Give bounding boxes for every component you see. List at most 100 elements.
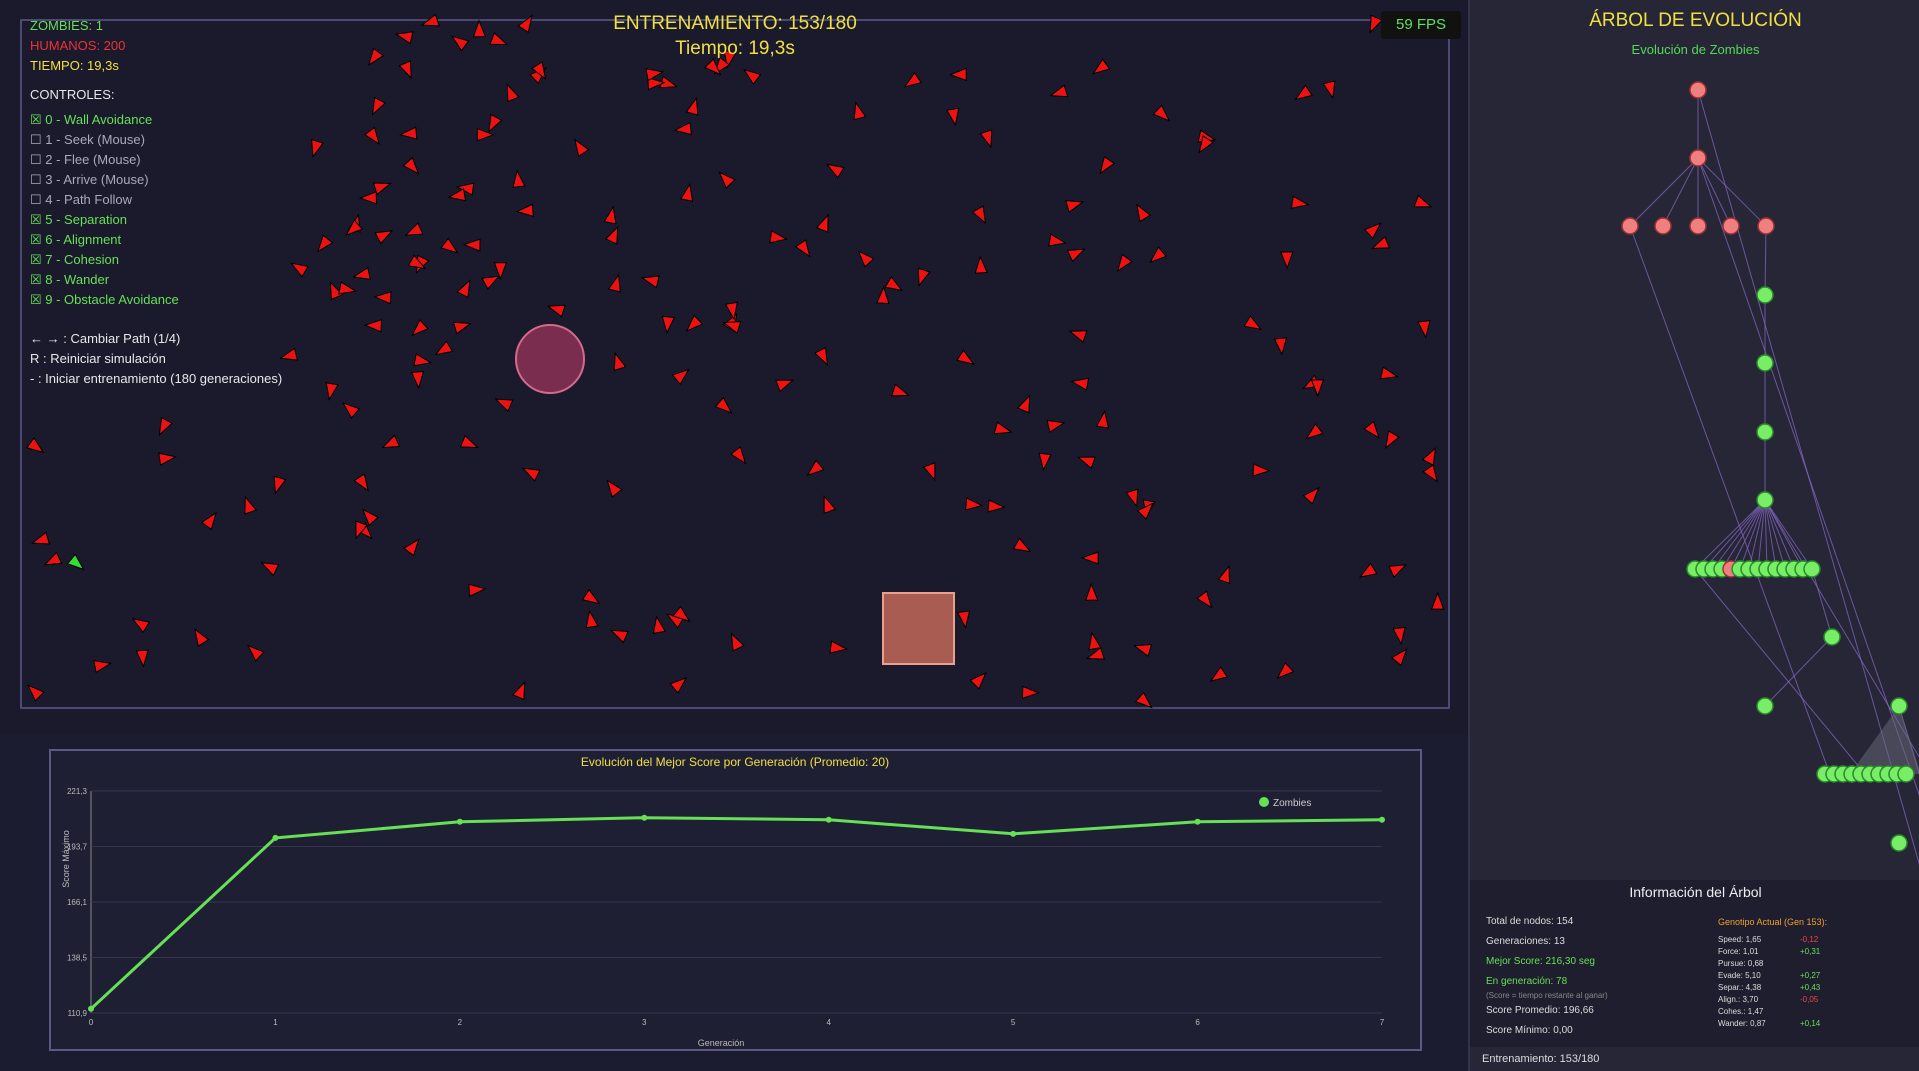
human-agent [1196,590,1213,609]
tree-node[interactable] [1890,834,1908,852]
gene-label: Wander: 0,87 [1718,1019,1766,1028]
human-agent [194,628,210,647]
data-point [1379,816,1385,823]
control-item-9[interactable]: ☒ 9 - Obstacle Avoidance [30,290,282,310]
human-agent [403,538,420,557]
y-tick-label: 138,5 [67,954,88,963]
tree-node[interactable] [1897,765,1915,783]
human-agent [1422,464,1439,483]
hint-reset: R : Reiniciar simulación [30,351,166,366]
human-agent [1379,366,1399,380]
human-agent [829,640,849,654]
human-agent [956,349,975,365]
generations-count: Generaciones: 13 [1486,936,1565,947]
x-tick-label: 7 [1380,1018,1385,1027]
human-agent [1116,253,1133,273]
human-agent [1049,84,1069,98]
tree-node[interactable] [1756,491,1774,509]
tree-node[interactable] [1689,81,1707,99]
average-score: Score Promedio: 196,66 [1486,1005,1594,1016]
minimum-score: Score Mínimo: 0,00 [1486,1025,1573,1036]
x-tick-label: 1 [273,1018,278,1027]
gene-delta: -0,05 [1800,995,1819,1004]
x-tick-label: 4 [826,1018,831,1027]
human-agent [476,127,495,142]
simulation-canvas[interactable]: ZOMBIES: 1 HUMANOS: 200 TIEMPO: 19,3s CO… [0,0,1468,735]
score-chart-panel: 7 6 5 4 3 2 1 0 110,9 138,5 166,1 193,7 221,3 Evoluc… [49,749,1422,1051]
tree-node[interactable] [1689,149,1707,167]
human-agent [338,281,358,295]
evolution-tree [1621,81,1919,865]
control-item-3[interactable]: ☐ 3 - Arrive (Mouse) [30,170,282,190]
human-agent [1095,409,1110,429]
human-agent [652,615,666,635]
tree-node[interactable] [1756,354,1774,372]
control-item-4[interactable]: ☐ 4 - Path Follow [30,190,282,210]
human-agent [585,609,599,629]
human-agent [948,67,967,82]
human-agent [1134,691,1153,709]
human-agent [135,649,149,668]
control-item-1[interactable]: ☐ 1 - Seek (Mouse) [30,130,282,150]
human-agent [917,267,931,287]
tree-node[interactable] [1756,286,1774,304]
human-agent [368,47,385,67]
human-agent [987,499,1006,513]
controls-list: ☒ 0 - Wall Avoidance ☐ 1 - Seek (Mouse) ☐ … [30,110,282,310]
tree-edge [1662,157,1699,227]
tree-node[interactable] [1823,628,1841,646]
human-agent [1322,80,1336,100]
control-item-7[interactable]: ☒ 7 - Cohesion [30,250,282,270]
control-item-2[interactable]: ☐ 2 - Flee (Mouse) [30,150,282,170]
tree-edge [1697,157,1767,227]
y-tick-label: 221,3 [67,787,88,796]
human-agent [404,222,424,236]
tree-edge [1764,499,1813,570]
control-item-0[interactable]: ☒ 0 - Wall Avoidance [30,110,282,130]
human-agent [669,676,688,694]
human-agent [853,101,867,121]
zombies-count: ZOMBIES: 1 [30,18,103,33]
best-score: Mejor Score: 216,30 seg [1486,956,1595,967]
human-agent [1070,377,1090,391]
human-agent [290,262,309,278]
human-agent [345,219,364,237]
tree-node[interactable] [1757,217,1775,235]
human-agent [342,402,361,419]
human-agent [661,315,676,335]
info-title: Información del Árbol [1629,884,1762,900]
human-agent [1149,246,1168,264]
human-agent [884,276,904,292]
tree-node[interactable] [1890,697,1908,715]
control-item-5[interactable]: ☒ 5 - Separation [30,210,282,230]
human-agent [946,107,960,127]
human-agent [1099,155,1116,175]
human-agent [1273,337,1288,356]
human-agent [311,139,324,159]
human-agent [1065,200,1085,213]
human-agent [489,32,509,46]
tree-node[interactable] [1621,217,1639,235]
human-agent [679,182,694,202]
human-agent [512,169,526,188]
tree-node[interactable] [1756,423,1774,441]
data-point [272,834,279,841]
tree-node[interactable] [1689,217,1707,235]
control-item-6[interactable]: ☒ 6 - Alignment [30,230,282,250]
human-agent [27,684,45,702]
data-point [825,816,832,823]
tree-node[interactable] [1654,217,1672,235]
human-agent [604,225,619,245]
tree-node[interactable] [1803,560,1821,578]
control-item-8[interactable]: ☒ 8 - Wander [30,270,282,290]
tree-node[interactable] [1756,697,1774,715]
human-agent [671,368,690,386]
gene-delta: +0,27 [1800,971,1821,980]
human-agent [730,632,745,652]
human-agent [1363,420,1380,439]
tree-node[interactable] [1722,217,1740,235]
tree-info-panel: Información del Árbol Total de nodos: 15… [1470,880,1919,1047]
data-point [641,814,648,821]
human-agent [1392,626,1406,646]
human-agent [956,610,971,630]
